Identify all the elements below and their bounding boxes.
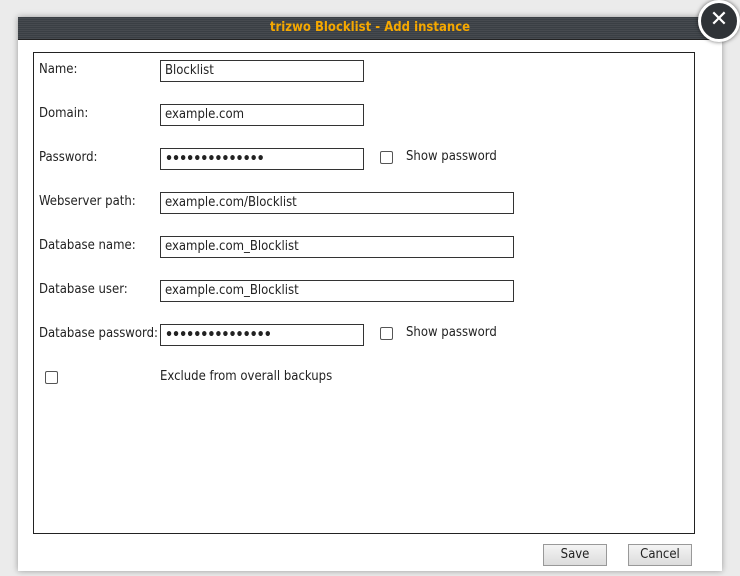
- name-label: Name:: [39, 62, 78, 77]
- exclude-backups-checkbox[interactable]: [45, 371, 58, 384]
- close-button[interactable]: ✕: [698, 0, 740, 42]
- close-icon: ✕: [709, 7, 729, 32]
- exclude-backups-label: Exclude from overall backups: [160, 369, 333, 384]
- dialog-title: trizwo Blocklist - Add instance: [18, 17, 722, 40]
- database-name-label: Database name:: [39, 238, 136, 253]
- form-panel: Name: Blocklist Domain: example.com Pass…: [33, 52, 695, 534]
- database-password-label: Database password:: [39, 326, 158, 341]
- database-password-input[interactable]: •••••••••••••••: [160, 324, 364, 346]
- cancel-button[interactable]: Cancel: [628, 544, 692, 566]
- show-database-password-label: Show password: [406, 325, 497, 340]
- domain-input[interactable]: example.com: [160, 104, 364, 126]
- database-user-input[interactable]: example.com_Blocklist: [160, 280, 514, 302]
- save-button[interactable]: Save: [543, 544, 607, 566]
- webserver-path-input[interactable]: example.com/Blocklist: [160, 192, 514, 214]
- password-label: Password:: [39, 150, 98, 165]
- password-input[interactable]: ••••••••••••••: [160, 148, 364, 170]
- add-instance-dialog: trizwo Blocklist - Add instance Name: Bl…: [18, 17, 722, 571]
- database-name-input[interactable]: example.com_Blocklist: [160, 236, 514, 258]
- database-user-label: Database user:: [39, 282, 128, 297]
- show-database-password-checkbox[interactable]: [380, 327, 393, 340]
- show-password-label: Show password: [406, 149, 497, 164]
- webserver-path-label: Webserver path:: [39, 194, 136, 209]
- show-password-checkbox[interactable]: [380, 151, 393, 164]
- domain-label: Domain:: [39, 106, 89, 121]
- name-input[interactable]: Blocklist: [160, 60, 364, 82]
